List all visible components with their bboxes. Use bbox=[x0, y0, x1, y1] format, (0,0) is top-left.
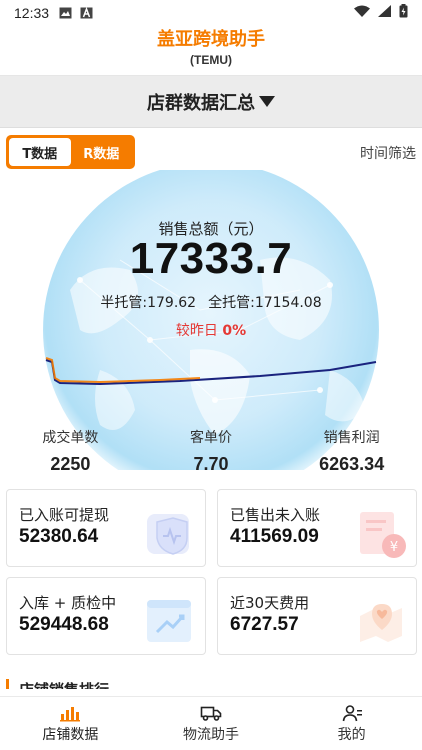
svg-text:¥: ¥ bbox=[390, 540, 398, 555]
font-icon bbox=[80, 7, 93, 19]
image-icon bbox=[59, 7, 72, 19]
store-group-label: 店群数据汇总 bbox=[147, 92, 255, 114]
app-header: 盖亚跨境助手 (TEMU) bbox=[0, 26, 422, 76]
stat-profit-label: 销售利润 bbox=[323, 430, 380, 446]
location-fee-icon bbox=[360, 604, 402, 642]
caret-down-icon bbox=[259, 96, 275, 107]
card-withdrawable[interactable]: 已入账可提现 52380.64 bbox=[6, 489, 206, 567]
stat-profit-value: 6263.34 bbox=[319, 454, 385, 474]
card-withdrawable-value: 52380.64 bbox=[19, 526, 99, 547]
time-filter-button[interactable]: 时间筛选 bbox=[360, 143, 416, 163]
sales-hero: 销售总额（元） 17333.7 半托管:179.62 全托管:17154.08 较… bbox=[0, 170, 422, 470]
user-icon bbox=[342, 704, 362, 721]
card-unsettled[interactable]: 已售出未入账 411569.09 ¥ bbox=[217, 489, 417, 567]
card-fees-30d-label: 近30天费用 bbox=[230, 594, 310, 612]
card-fees-30d[interactable]: 近30天费用 6727.57 bbox=[217, 577, 417, 655]
bottom-nav: 店铺数据 物流助手 我的 bbox=[0, 696, 422, 750]
stat-orders-label: 成交单数 bbox=[42, 430, 99, 446]
card-fees-30d-value: 6727.57 bbox=[230, 614, 299, 635]
status-right bbox=[354, 4, 408, 22]
receipt-yen-icon: ¥ bbox=[360, 512, 406, 558]
card-unsettled-value: 411569.09 bbox=[230, 526, 319, 547]
section-store-ranking: 店铺销售排行 bbox=[6, 679, 109, 689]
sales-trend-line bbox=[45, 357, 377, 386]
card-unsettled-label: 已售出未入账 bbox=[230, 506, 321, 524]
card-inbound-qc[interactable]: 入库 + 质检中 529448.68 bbox=[6, 577, 206, 655]
card-inbound-qc-label: 入库 + 质检中 bbox=[19, 594, 117, 612]
stat-avg-price: 客单价 7.70 bbox=[141, 428, 282, 482]
data-source-toggle: T数据 R数据 bbox=[6, 135, 135, 169]
section-store-ranking-title: 店铺销售排行 bbox=[19, 681, 109, 689]
nav-logistics-label: 物流助手 bbox=[183, 726, 239, 743]
truck-icon bbox=[200, 706, 222, 721]
battery-icon bbox=[399, 4, 408, 22]
card-inbound-qc-value: 529448.68 bbox=[19, 614, 109, 635]
toggle-r-data[interactable]: R数据 bbox=[71, 138, 133, 166]
app-title: 盖亚跨境助手 bbox=[157, 29, 265, 50]
chart-trend-icon bbox=[147, 600, 191, 642]
stats-row: 成交单数 2250 客单价 7.70 销售利润 6263.34 bbox=[0, 428, 422, 482]
nav-store-data[interactable]: 店铺数据 bbox=[0, 697, 141, 750]
nav-logistics[interactable]: 物流助手 bbox=[141, 697, 282, 750]
store-group-selector[interactable]: 店群数据汇总 bbox=[0, 76, 422, 128]
card-withdrawable-label: 已入账可提现 bbox=[19, 506, 110, 524]
stat-avg-price-value: 7.70 bbox=[193, 454, 229, 474]
toggle-t-data[interactable]: T数据 bbox=[9, 138, 71, 166]
nav-profile-label: 我的 bbox=[337, 726, 366, 743]
signal-icon bbox=[378, 5, 391, 21]
status-bar: 12:33 bbox=[0, 0, 422, 26]
shield-icon bbox=[147, 514, 189, 555]
status-time: 12:33 bbox=[14, 5, 50, 21]
stat-orders: 成交单数 2250 bbox=[0, 428, 141, 482]
bar-chart-icon bbox=[60, 706, 81, 721]
app-subtitle: (TEMU) bbox=[190, 53, 232, 67]
section-marker bbox=[6, 679, 9, 689]
stat-profit: 销售利润 6263.34 bbox=[281, 428, 422, 482]
trend-series-orange bbox=[45, 357, 201, 384]
nav-profile[interactable]: 我的 bbox=[281, 697, 422, 750]
nav-store-data-label: 店铺数据 bbox=[42, 726, 99, 743]
stat-avg-price-label: 客单价 bbox=[190, 430, 232, 446]
trend-series-blue bbox=[45, 359, 377, 386]
stat-orders-value: 2250 bbox=[50, 454, 91, 474]
wifi-icon bbox=[354, 5, 370, 21]
